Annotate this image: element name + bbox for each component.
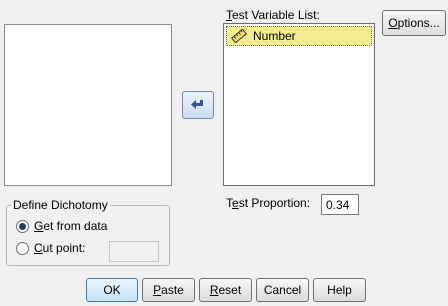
reset-button[interactable]: Reset [199, 278, 252, 302]
test-proportion-label: Test Proportion: [226, 196, 311, 210]
get-from-data-radio[interactable] [16, 219, 29, 233]
source-variable-list[interactable] [4, 24, 172, 186]
cut-point-label: Cut point: [34, 241, 86, 255]
test-variable-list[interactable]: Number [223, 23, 375, 186]
test-proportion-field[interactable]: 0.34 [321, 194, 359, 215]
arrow-left-icon [190, 98, 206, 112]
ruler-icon [231, 29, 247, 43]
move-variable-button[interactable] [182, 91, 214, 119]
test-variable-list-label: Test Variable List: [226, 8, 320, 22]
options-button[interactable]: Options... [382, 10, 446, 36]
get-from-data-label: Get from data [34, 219, 108, 233]
ok-button[interactable]: OK [86, 278, 138, 302]
list-item-label: Number [253, 29, 296, 43]
cut-point-option[interactable]: Cut point: [16, 241, 85, 255]
cut-point-radio[interactable] [16, 241, 29, 255]
define-dichotomy-legend: Define Dichotomy [13, 198, 108, 212]
get-from-data-option[interactable]: Get from data [16, 219, 107, 233]
paste-button[interactable]: Paste [142, 278, 195, 302]
cut-point-field[interactable] [109, 241, 159, 262]
cancel-button[interactable]: Cancel [256, 278, 309, 302]
help-button[interactable]: Help [313, 278, 366, 302]
list-item-number[interactable]: Number [226, 26, 372, 46]
